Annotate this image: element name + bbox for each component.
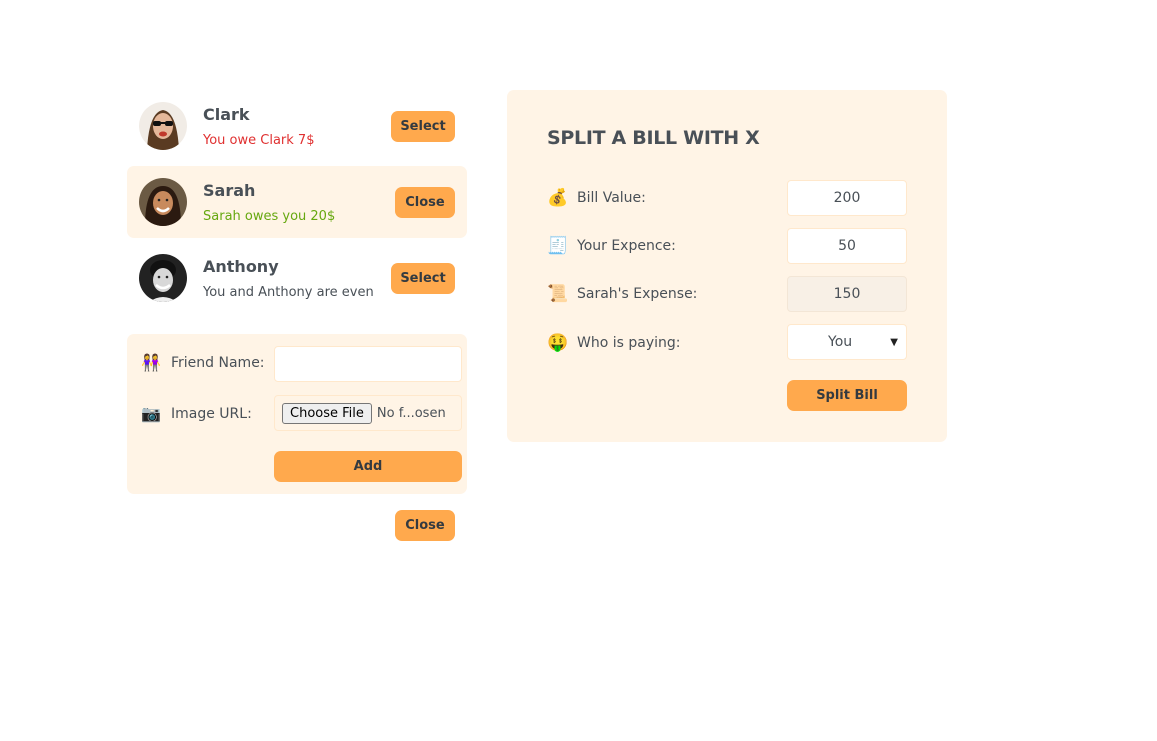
- friend-balance: You owe Clark 7$: [203, 133, 315, 148]
- choose-file-button[interactable]: Choose File: [282, 402, 372, 424]
- two-women-icon: 👭: [141, 353, 161, 372]
- chevron-down-icon: ▼: [890, 336, 898, 348]
- who-is-paying-select[interactable]: You ▼: [787, 324, 907, 360]
- select-button-clark[interactable]: Select: [391, 111, 455, 142]
- friend-name: Anthony: [203, 257, 279, 276]
- friend-item-clark: Clark You owe Clark 7$ Select: [127, 90, 467, 162]
- money-face-icon: 🤑: [547, 333, 569, 353]
- friend-balance: Sarah owes you 20$: [203, 209, 336, 224]
- who-is-paying-label: 🤑 Who is paying:: [547, 333, 681, 353]
- split-title: SPLIT A BILL WITH X: [547, 127, 760, 149]
- your-expense-label: 🧾 Your Expence:: [547, 236, 676, 256]
- friend-expense-label: 📜 Sarah's Expense:: [547, 284, 698, 304]
- friend-item-anthony: Anthony You and Anthony are even Select: [127, 242, 467, 314]
- add-friend-form: 👭 Friend Name: 📷 Image URL: Choose File …: [127, 334, 467, 494]
- bill-value-input[interactable]: 200: [787, 180, 907, 216]
- friend-name: Clark: [203, 105, 250, 124]
- select-button-anthony[interactable]: Select: [391, 263, 455, 294]
- avatar-anthony: [139, 254, 187, 302]
- money-bag-icon: 💰: [547, 188, 569, 208]
- avatar-sarah: [139, 178, 187, 226]
- scroll-icon: 📜: [547, 284, 569, 304]
- friend-name: Sarah: [203, 181, 256, 200]
- file-status-text: No f...osen: [376, 405, 446, 421]
- friend-balance: You and Anthony are even: [203, 285, 374, 300]
- your-expense-input[interactable]: 50: [787, 228, 907, 264]
- close-form-button[interactable]: Close: [395, 510, 455, 541]
- friend-name-label: 👭 Friend Name:: [141, 353, 265, 372]
- friend-name-input[interactable]: [274, 346, 462, 382]
- selected-payer: You: [828, 334, 853, 350]
- bill-value-label: 💰 Bill Value:: [547, 188, 646, 208]
- image-file-input[interactable]: Choose File No f...osen: [274, 395, 462, 431]
- split-bill-button[interactable]: Split Bill: [787, 380, 907, 411]
- avatar-clark: [139, 102, 187, 150]
- add-button[interactable]: Add: [274, 451, 462, 482]
- friends-list: Clark You owe Clark 7$ Select Sarah Sara…: [127, 90, 467, 318]
- friend-item-sarah: Sarah Sarah owes you 20$ Close: [127, 166, 467, 238]
- image-url-label: 📷 Image URL:: [141, 404, 252, 423]
- camera-icon: 📷: [141, 404, 161, 423]
- close-button-sarah[interactable]: Close: [395, 187, 455, 218]
- friend-expense-input: 150: [787, 276, 907, 312]
- split-bill-form: SPLIT A BILL WITH X 💰 Bill Value: 200 🧾 …: [507, 90, 947, 442]
- receipt-icon: 🧾: [547, 236, 569, 256]
